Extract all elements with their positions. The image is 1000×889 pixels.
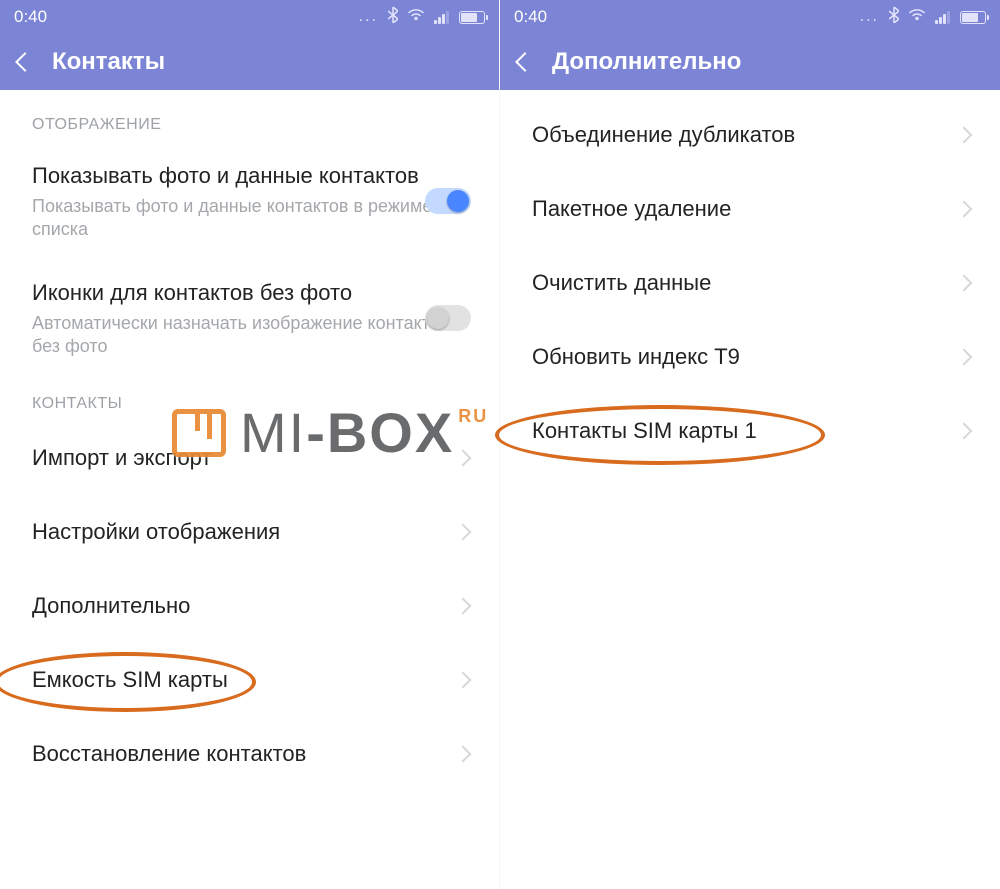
- setting-subtitle: Показывать фото и данные контактов в реж…: [32, 195, 467, 242]
- toggle-off[interactable]: [425, 305, 471, 331]
- chevron-right-icon: [457, 674, 469, 686]
- menu-dots-icon: ...: [860, 8, 879, 26]
- bluetooth-icon: [889, 7, 899, 28]
- nav-label: Дополнительно: [32, 593, 190, 619]
- clock: 0:40: [514, 7, 547, 27]
- section-contacts-label: КОНТАКТЫ: [0, 377, 499, 421]
- section-display-label: ОТОБРАЖЕНИЕ: [0, 98, 499, 142]
- setting-title: Показывать фото и данные контактов: [32, 162, 467, 191]
- wifi-icon: [408, 8, 424, 26]
- battery-icon: [960, 11, 986, 24]
- chevron-right-icon: [958, 425, 970, 437]
- nav-display-settings[interactable]: Настройки отображения: [0, 495, 499, 569]
- status-bar: 0:40 ...: [0, 0, 499, 34]
- chevron-right-icon: [457, 748, 469, 760]
- setting-subtitle: Автоматически назначать изображение конт…: [32, 312, 467, 359]
- nav-sim-capacity[interactable]: Емкость SIM карты: [0, 643, 499, 717]
- clock: 0:40: [14, 7, 47, 27]
- menu-dots-icon: ...: [359, 8, 378, 26]
- chevron-right-icon: [457, 452, 469, 464]
- nav-label: Настройки отображения: [32, 519, 280, 545]
- title-bar: Дополнительно: [500, 34, 1000, 90]
- wifi-icon: [909, 8, 925, 26]
- nav-label: Восстановление контактов: [32, 741, 306, 767]
- setting-show-photos[interactable]: Показывать фото и данные контактов Показ…: [0, 142, 499, 259]
- nav-label: Обновить индекс T9: [532, 344, 740, 370]
- chevron-right-icon: [958, 129, 970, 141]
- status-bar: 0:40 ...: [500, 0, 1000, 34]
- chevron-right-icon: [958, 277, 970, 289]
- nav-sim1-contacts[interactable]: Контакты SIM карты 1: [500, 394, 1000, 468]
- nav-import-export[interactable]: Импорт и экспорт: [0, 421, 499, 495]
- signal-icon: [935, 11, 950, 24]
- nav-label: Контакты SIM карты 1: [532, 418, 757, 444]
- chevron-right-icon: [958, 351, 970, 363]
- nav-merge-duplicates[interactable]: Объединение дубликатов: [500, 98, 1000, 172]
- nav-label: Емкость SIM карты: [32, 667, 228, 693]
- title-bar: Контакты: [0, 34, 499, 90]
- nav-label: Объединение дубликатов: [532, 122, 795, 148]
- settings-list: ОТОБРАЖЕНИЕ Показывать фото и данные кон…: [0, 90, 499, 791]
- nav-label: Импорт и экспорт: [32, 445, 212, 471]
- page-title: Дополнительно: [552, 48, 741, 76]
- back-icon[interactable]: [15, 52, 35, 72]
- back-icon[interactable]: [515, 52, 535, 72]
- battery-icon: [459, 11, 485, 24]
- bluetooth-icon: [388, 7, 398, 28]
- settings-list: Объединение дубликатов Пакетное удаление…: [500, 90, 1000, 468]
- signal-icon: [434, 11, 449, 24]
- phone-right: 0:40 ... Дополнительно Объединение дубли…: [500, 0, 1000, 889]
- nav-update-t9[interactable]: Обновить индекс T9: [500, 320, 1000, 394]
- phone-left: 0:40 ... Контакты ОТОБРАЖЕНИЕ Показывать…: [0, 0, 500, 889]
- toggle-on[interactable]: [425, 188, 471, 214]
- chevron-right-icon: [457, 600, 469, 612]
- nav-clear-data[interactable]: Очистить данные: [500, 246, 1000, 320]
- nav-additional[interactable]: Дополнительно: [0, 569, 499, 643]
- status-icons: ...: [860, 7, 986, 28]
- status-icons: ...: [359, 7, 485, 28]
- nav-label: Очистить данные: [532, 270, 711, 296]
- nav-label: Пакетное удаление: [532, 196, 731, 222]
- chevron-right-icon: [958, 203, 970, 215]
- page-title: Контакты: [52, 48, 165, 76]
- chevron-right-icon: [457, 526, 469, 538]
- setting-avatar-icons[interactable]: Иконки для контактов без фото Автоматиче…: [0, 259, 499, 376]
- nav-restore-contacts[interactable]: Восстановление контактов: [0, 717, 499, 791]
- setting-title: Иконки для контактов без фото: [32, 279, 467, 308]
- nav-batch-delete[interactable]: Пакетное удаление: [500, 172, 1000, 246]
